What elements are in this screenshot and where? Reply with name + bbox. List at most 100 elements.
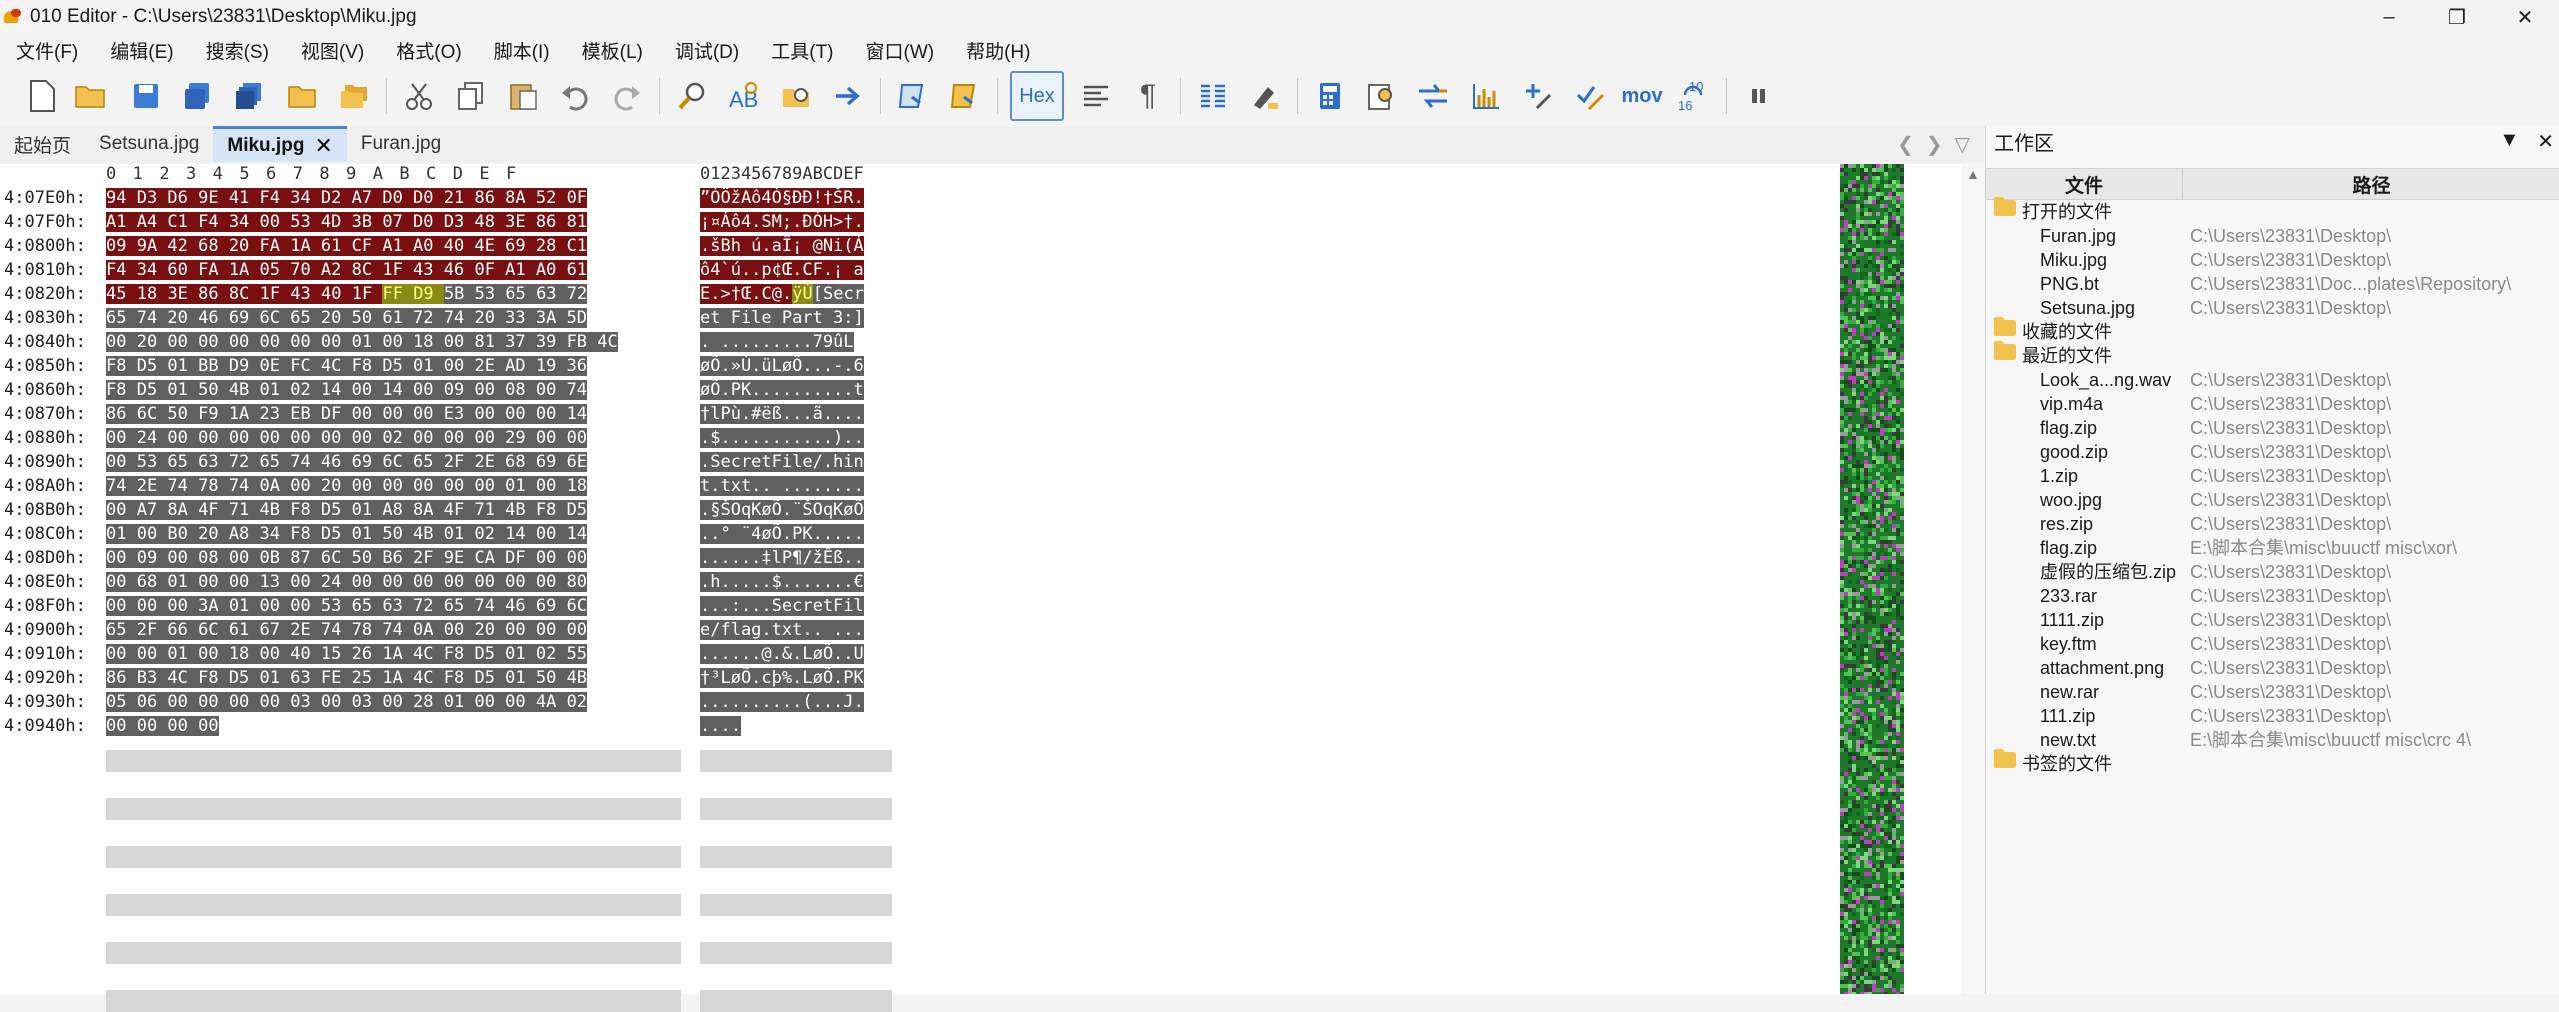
hex-bytes[interactable]: 00 00 01 00 18 00 40 15 26 1A 4C F8 D5 0… [106, 644, 588, 664]
text-chars[interactable]: .... [700, 716, 741, 736]
file-tab[interactable]: Setsuna.jpg [85, 126, 213, 162]
hex-row[interactable]: 4:07E0h: 94 D3 D6 9E 41 F4 34 D2 A7 D0 D0… [0, 186, 900, 210]
menu-item[interactable]: 脚本(I) [478, 37, 566, 64]
hex-bytes[interactable]: 05 06 00 00 00 00 03 00 03 00 28 01 00 0… [106, 692, 588, 712]
hex-bytes[interactable]: 86 B3 4C F8 D5 01 63 FE 25 1A 4C F8 D5 0… [106, 668, 588, 688]
hex-rows[interactable]: 4:07E0h: 94 D3 D6 9E 41 F4 34 D2 A7 D0 D0… [0, 186, 900, 738]
hex-row[interactable]: 4:0890h: 00 53 65 63 72 65 74 46 69 6C 65… [0, 450, 900, 474]
menu-item[interactable]: 搜索(S) [190, 37, 285, 64]
hex-bytes[interactable]: 00 09 00 08 00 0B 87 6C 50 B6 2F 9E CA D… [106, 548, 588, 568]
row-hex-bytes[interactable]: 00 00 00 3A 01 00 00 53 65 63 72 65 74 4… [106, 594, 681, 618]
workspace-file-item[interactable]: attachment.png C:\Users\23831\Desktop\ [1986, 656, 2559, 680]
row-hex-bytes[interactable]: 09 9A 42 68 20 FA 1A 61 CF A1 A0 40 4E 6… [106, 234, 681, 258]
row-text[interactable]: ..........(...J. [700, 690, 892, 714]
row-hex-bytes[interactable]: 94 D3 D6 9E 41 F4 34 D2 A7 D0 D0 21 86 8… [106, 186, 681, 210]
workspace-file-item[interactable]: res.zip C:\Users\23831\Desktop\ [1986, 512, 2559, 536]
compare-button[interactable] [1408, 70, 1460, 122]
row-text[interactable]: ¡¤Áô4.SM;.ÐÓH>†. [700, 210, 892, 234]
hex-row[interactable]: 4:0840h: 00 20 00 00 00 00 00 00 01 00 18… [0, 330, 900, 354]
menu-item[interactable]: 文件(F) [0, 37, 94, 64]
hex-byte[interactable]: 65 [505, 284, 537, 304]
text-char[interactable]: C [761, 284, 772, 304]
menu-item[interactable]: 工具(T) [755, 37, 849, 64]
find-in-files-button[interactable] [770, 70, 822, 122]
text-char[interactable]: S [823, 284, 834, 304]
hex-row[interactable]: 4:0920h: 86 B3 4C F8 D5 01 63 FE 25 1A 4C… [0, 666, 900, 690]
redo-button[interactable] [601, 70, 653, 122]
hex-bytes[interactable]: F8 D5 01 50 4B 01 02 14 00 14 00 09 00 0… [106, 380, 588, 400]
row-hex-bytes[interactable]: 05 06 00 00 00 00 03 00 03 00 28 01 00 0… [106, 690, 681, 714]
motorola-button[interactable]: mov [1616, 70, 1668, 122]
row-hex-bytes[interactable]: 00 53 65 63 72 65 74 46 69 6C 65 2F 2E 6… [106, 450, 681, 474]
file-tab[interactable]: 起始页 [0, 126, 85, 162]
open-folder-button[interactable] [276, 70, 328, 122]
row-hex-bytes[interactable]: 65 2F 66 6C 61 67 2E 74 78 74 0A 00 20 0… [106, 618, 681, 642]
hex-row[interactable]: 4:0830h: 65 74 20 46 69 6C 65 20 50 61 72… [0, 306, 900, 330]
row-hex-bytes[interactable]: F8 D5 01 BB D9 0E FC 4C F8 D5 01 00 2E A… [106, 354, 681, 378]
text-chars[interactable]: .h.....$.......€ [700, 572, 864, 592]
text-char[interactable]: ÿ [792, 284, 803, 304]
workspace-file-item[interactable]: new.rar C:\Users\23831\Desktop\ [1986, 680, 2559, 704]
text-char[interactable]: E [700, 284, 711, 304]
calculator-button[interactable] [1304, 70, 1356, 122]
minimize-button[interactable]: – [2355, 0, 2423, 34]
hex-byte[interactable]: 53 [474, 284, 506, 304]
goto-button[interactable] [822, 70, 874, 122]
workspace-file-item[interactable]: flag.zip C:\Users\23831\Desktop\ [1986, 416, 2559, 440]
menu-item[interactable]: 模板(L) [566, 37, 659, 64]
find-button[interactable] [666, 70, 718, 122]
save-all-button[interactable] [224, 70, 276, 122]
workspace-file-item[interactable]: 1.zip C:\Users\23831\Desktop\ [1986, 464, 2559, 488]
row-text[interactable]: †lPù.#ëß...ã.... [700, 402, 892, 426]
row-text[interactable]: ......@.&.LøÕ..U [700, 642, 892, 666]
hex-byte[interactable]: 1F [351, 284, 383, 304]
paste-button[interactable] [497, 70, 549, 122]
hex-bytes[interactable]: F8 D5 01 BB D9 0E FC 4C F8 D5 01 00 2E A… [106, 356, 588, 376]
panel-close-icon[interactable]: ✕ [2537, 129, 2554, 154]
text-char[interactable]: . [782, 284, 793, 304]
menu-item[interactable]: 窗口(W) [850, 37, 951, 64]
show-whitespace-button[interactable]: ¶ [1122, 70, 1174, 122]
workspace-file-item[interactable]: Miku.jpg C:\Users\23831\Desktop\ [1986, 248, 2559, 272]
chevron-right-icon[interactable]: ❯ [1926, 132, 1943, 157]
text-chars[interactable]: øÕ.PK..........t [700, 380, 864, 400]
text-chars[interactable]: ...:...SecretFil [700, 596, 864, 616]
workspace-file-item[interactable]: new.txt E:\脚本合集\misc\buuctf misc\crc 4\ [1986, 728, 2559, 752]
menu-item[interactable]: 编辑(E) [94, 37, 189, 64]
workspace-file-item[interactable]: 233.rar C:\Users\23831\Desktop\ [1986, 584, 2559, 608]
text-chars[interactable]: †³LøÕ.cþ%.LøÕ.PK [700, 668, 864, 688]
row-hex-bytes[interactable]: F8 D5 01 50 4B 01 02 14 00 14 00 09 00 0… [106, 378, 681, 402]
hex-byte[interactable]: 86 [198, 284, 229, 304]
save-button[interactable] [120, 70, 172, 122]
text-char[interactable]: Ù [802, 284, 813, 304]
menu-item[interactable]: 帮助(H) [950, 37, 1046, 64]
menu-item[interactable]: 视图(V) [285, 37, 380, 64]
row-hex-bytes[interactable]: 45 18 3E 86 8C 1F 43 40 1F FF D9 5B 53 6… [106, 282, 681, 306]
row-text[interactable]: .šBh ú.aÏ¡ @Ni(Á [700, 234, 892, 258]
text-char[interactable]: Œ [741, 284, 752, 304]
text-chars[interactable]: ......‡lP¶/žÊß.. [700, 548, 864, 568]
row-hex-bytes[interactable]: 86 B3 4C F8 D5 01 63 FE 25 1A 4C F8 D5 0… [106, 666, 681, 690]
hex-byte[interactable]: 63 [536, 284, 567, 304]
text-chars[interactable]: †lPù.#ëß...ã.... [700, 404, 864, 424]
hex-byte[interactable]: 8C [228, 284, 260, 304]
column-path[interactable]: 路径 [2183, 169, 2559, 199]
hex-bytes[interactable]: 00 00 00 3A 01 00 00 53 65 63 72 65 74 4… [106, 596, 588, 616]
workspace-file-item[interactable]: vip.m4a C:\Users\23831\Desktop\ [1986, 392, 2559, 416]
hex-byte[interactable]: 45 [106, 284, 137, 304]
hex-byte[interactable]: 43 [290, 284, 322, 304]
text-char[interactable]: . [751, 284, 762, 304]
hex-editor[interactable]: 0 1 2 3 4 5 6 7 8 9 A B C D E F 01234567… [0, 164, 1984, 1012]
new-file-button[interactable] [16, 70, 68, 122]
vertical-scrollbar[interactable]: ▲ [1962, 164, 1984, 994]
row-hex-bytes[interactable]: 00 68 01 00 00 13 00 24 00 00 00 00 00 0… [106, 570, 681, 594]
base-converter-button[interactable]: 10 16 [1668, 70, 1720, 122]
row-text[interactable]: t.txt.. ........ [700, 474, 892, 498]
pause-button[interactable] [1733, 70, 1785, 122]
hex-row[interactable]: 4:08E0h: 00 68 01 00 00 13 00 24 00 00 00… [0, 570, 900, 594]
hex-bytes[interactable]: 65 2F 66 6C 61 67 2E 74 78 74 0A 00 20 0… [106, 620, 588, 640]
hex-row[interactable]: 4:08C0h: 01 00 B0 20 A8 34 F8 D5 01 50 4B… [0, 522, 900, 546]
row-hex-bytes[interactable]: F4 34 60 FA 1A 05 70 A2 8C 1F 43 46 0F A… [106, 258, 681, 282]
row-text[interactable]: ..° ¨4øÕ.PK..... [700, 522, 892, 546]
workspace-file-item[interactable]: Look_a...ng.wav C:\Users\23831\Desktop\ [1986, 368, 2559, 392]
